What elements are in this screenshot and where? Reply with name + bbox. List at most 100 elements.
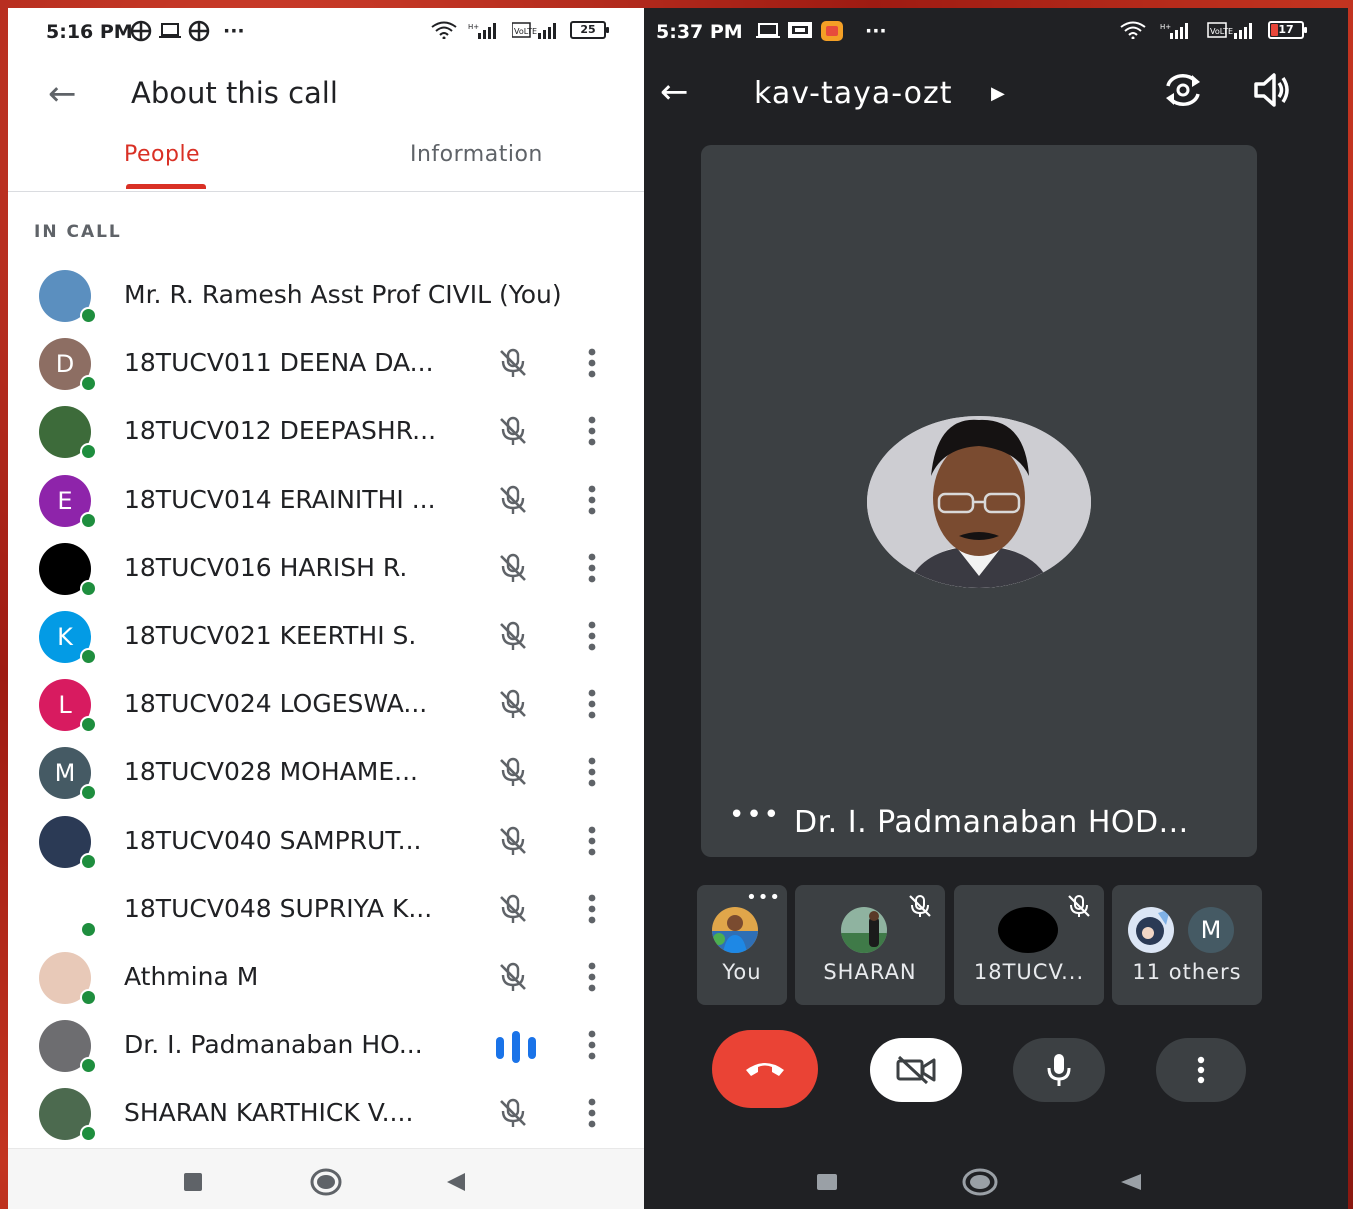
main-speaker-tile[interactable]: ••• Dr. I. Padmanaban HOD... xyxy=(701,145,1257,857)
participant-row[interactable]: D 18TUCV011 DEENA DA... xyxy=(8,329,644,397)
laptop-icon xyxy=(159,23,181,38)
more-vert-icon[interactable] xyxy=(586,552,598,584)
more-vert-icon[interactable] xyxy=(586,756,598,788)
recents-icon[interactable] xyxy=(183,1172,203,1192)
more-vert-icon[interactable] xyxy=(586,825,598,857)
more-notifications-icon: ··· xyxy=(865,20,887,42)
switch-camera-icon[interactable] xyxy=(1162,70,1204,110)
thumbnail-sharan[interactable]: SHARAN xyxy=(795,885,945,1005)
mic-off-icon xyxy=(1068,895,1090,917)
volte-signal-icon: VoLTE xyxy=(1207,22,1252,39)
online-status-icon xyxy=(80,1057,97,1075)
online-status-icon xyxy=(80,716,97,734)
participant-row[interactable]: Mr. R. Ramesh Asst Prof CIVIL (You) xyxy=(8,261,644,329)
more-vert-icon[interactable] xyxy=(586,688,598,720)
participant-name: 18TUCV040 SAMPRUT... xyxy=(124,825,422,855)
thumbnail-you[interactable]: ••• You xyxy=(697,885,787,1005)
mic-off-icon xyxy=(496,483,530,517)
avatar-image xyxy=(712,907,758,953)
more-vert-icon[interactable] xyxy=(586,484,598,516)
tile-more-options-icon[interactable]: ••• xyxy=(729,802,781,828)
back-nav-icon[interactable] xyxy=(1119,1172,1143,1192)
more-vert-icon[interactable] xyxy=(586,620,598,652)
more-vert-icon[interactable] xyxy=(586,893,598,925)
participant-name: 18TUCV012 DEEPASHR... xyxy=(124,416,437,446)
page-title: About this call xyxy=(131,76,338,110)
wifi-icon xyxy=(431,21,457,39)
mic-off-icon xyxy=(496,346,530,380)
mic-off-icon xyxy=(496,414,530,448)
tab-information[interactable]: Information xyxy=(410,142,543,167)
app-grid-icon xyxy=(130,20,152,42)
online-status-icon xyxy=(80,988,97,1006)
home-icon[interactable] xyxy=(962,1168,998,1196)
thumbnail-label: 11 others xyxy=(1132,960,1242,984)
thumbnail-others[interactable]: M 11 others xyxy=(1112,885,1262,1005)
tab-bar: People Information xyxy=(8,138,644,192)
online-status-icon xyxy=(80,511,97,529)
microphone-toggle-button[interactable] xyxy=(1013,1038,1105,1102)
end-call-button[interactable] xyxy=(712,1030,818,1108)
back-nav-icon[interactable] xyxy=(445,1171,467,1193)
more-vert-icon[interactable] xyxy=(586,961,598,993)
status-notification-icons: ··· xyxy=(130,20,245,42)
participant-row[interactable]: M 18TUCV028 MOHAME... xyxy=(8,738,644,806)
more-vert-icon[interactable] xyxy=(586,347,598,379)
home-icon[interactable] xyxy=(310,1168,342,1196)
thumbnail-18tucv[interactable]: 18TUCV... xyxy=(954,885,1104,1005)
participant-row[interactable]: Athmina M xyxy=(8,943,644,1011)
more-vert-icon[interactable] xyxy=(586,415,598,447)
mic-off-icon xyxy=(496,755,530,789)
speaker-icon[interactable] xyxy=(1252,70,1292,110)
mic-off-icon xyxy=(496,824,530,858)
participant-name: 18TUCV048 SUPRIYA K... xyxy=(124,893,433,923)
recents-icon[interactable] xyxy=(816,1173,838,1191)
hang-up-icon xyxy=(746,1063,784,1076)
back-arrow-icon[interactable]: ← xyxy=(660,72,689,112)
more-vert-icon[interactable] xyxy=(586,1097,598,1129)
battery-icon: 25 xyxy=(570,21,609,39)
online-status-icon xyxy=(80,375,97,393)
mic-off-icon xyxy=(496,619,530,653)
section-header-in-call: IN CALL xyxy=(34,222,122,242)
participant-name: 18TUCV024 LOGESWA... xyxy=(124,689,428,719)
mic-off-icon xyxy=(496,892,530,926)
wifi-icon xyxy=(1120,21,1146,39)
avatar-image xyxy=(1128,907,1174,953)
status-time: 5:16 PM xyxy=(46,21,133,43)
camera-toggle-button[interactable] xyxy=(870,1038,962,1102)
more-options-button[interactable] xyxy=(1156,1038,1246,1102)
participant-name: 18TUCV021 KEERTHI S. xyxy=(124,620,417,650)
svg-text:VoLTE: VoLTE xyxy=(1210,27,1233,36)
speaker-avatar xyxy=(867,416,1091,588)
camera-off-icon xyxy=(896,1055,936,1085)
mic-off-icon xyxy=(909,895,931,917)
meeting-code[interactable]: kav-taya-ozt xyxy=(754,76,953,111)
participant-row[interactable]: E 18TUCV014 ERAINITHI ... xyxy=(8,466,644,534)
back-arrow-icon[interactable]: ← xyxy=(48,74,77,114)
speaking-indicator-icon xyxy=(494,1031,538,1064)
tab-people[interactable]: People xyxy=(124,142,200,167)
more-notifications-icon: ··· xyxy=(223,20,245,42)
participant-row[interactable]: SHARAN KARTHICK V.... xyxy=(8,1079,644,1147)
signal-icon: H+ xyxy=(468,23,496,39)
participant-row[interactable]: L 18TUCV024 LOGESWA... xyxy=(8,670,644,738)
caret-right-icon[interactable]: ▶ xyxy=(991,83,1005,104)
online-status-icon xyxy=(80,443,97,461)
avatar: M xyxy=(1188,907,1234,953)
participant-row[interactable]: 18TUCV048 SUPRIYA K... xyxy=(8,875,644,943)
avatar xyxy=(712,907,758,953)
tile-more-options-icon[interactable]: ••• xyxy=(746,887,781,908)
microphone-icon xyxy=(1047,1054,1071,1086)
avatar xyxy=(841,907,887,953)
participant-row[interactable]: 18TUCV040 SAMPRUT... xyxy=(8,807,644,875)
meet-call-screen: 5:37 PM ··· H+ VoLTE 17 ← kav-taya-ozt ▶ xyxy=(644,8,1348,1209)
participant-name: 18TUCV016 HARISH R. xyxy=(124,552,408,582)
more-vert-icon[interactable] xyxy=(586,1029,598,1061)
about-call-screen: 5:16 PM ··· H+ VoLTE 25 ← About this cal… xyxy=(8,8,644,1209)
speaker-name: Dr. I. Padmanaban HOD... xyxy=(794,805,1189,840)
participant-row[interactable]: 18TUCV016 HARISH R. xyxy=(8,534,644,602)
participant-row[interactable]: Dr. I. Padmanaban HO... xyxy=(8,1011,644,1079)
participant-row[interactable]: 18TUCV012 DEEPASHR... xyxy=(8,397,644,465)
participant-row[interactable]: K 18TUCV021 KEERTHI S. xyxy=(8,602,644,670)
